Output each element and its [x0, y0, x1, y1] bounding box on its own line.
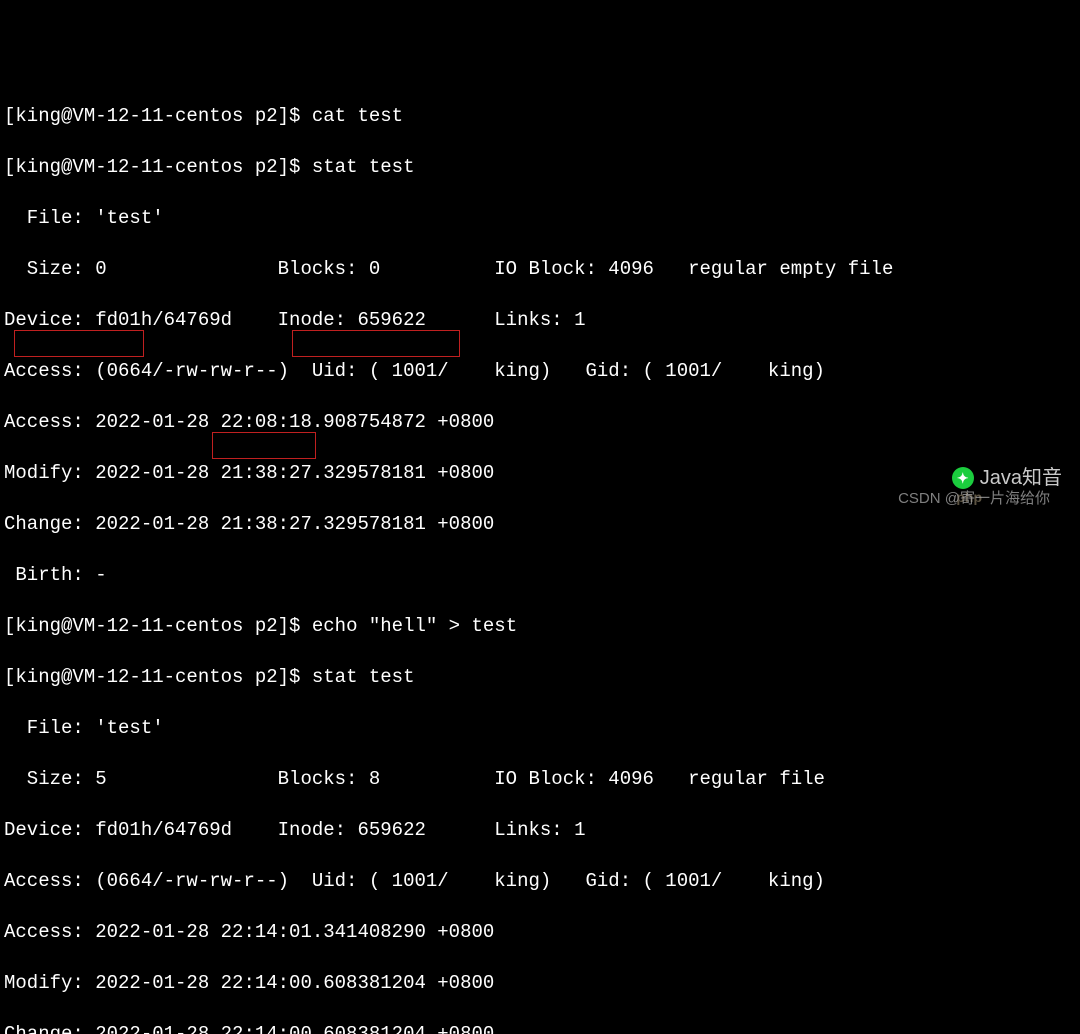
command-text: stat test	[312, 156, 415, 178]
highlight-modify-time	[212, 432, 316, 459]
stat-modify-time: Modify: 2022-01-28 21:38:27.329578181 +0…	[4, 461, 1076, 487]
stat-modify-time: Modify: 2022-01-28 22:14:00.608381204 +0…	[4, 971, 1076, 997]
command-text: cat test	[312, 105, 403, 127]
stat-file: File: 'test'	[4, 716, 1076, 742]
stat-size: Size: 0 Blocks: 0 IO Block: 4096 regular…	[4, 257, 1076, 283]
terminal-line: [king@VM-12-11-centos p2]$ cat test	[4, 104, 1076, 130]
highlight-blocks	[292, 330, 460, 357]
stat-access-time: Access: 2022-01-28 22:14:01.341408290 +0…	[4, 920, 1076, 946]
stat-device: Device: fd01h/64769d Inode: 659622 Links…	[4, 818, 1076, 844]
terminal-line: [king@VM-12-11-centos p2]$ echo "hell" >…	[4, 614, 1076, 640]
command-text: stat test	[312, 666, 415, 688]
stat-change-time: Change: 2022-01-28 21:38:27.329578181 +0…	[4, 512, 1076, 538]
stat-file: File: 'test'	[4, 206, 1076, 232]
stat-device: Device: fd01h/64769d Inode: 659622 Links…	[4, 308, 1076, 334]
stat-birth: Birth: -	[4, 563, 1076, 589]
shell-prompt: [king@VM-12-11-centos p2]$	[4, 156, 312, 178]
highlight-size	[14, 330, 144, 357]
terminal-line: [king@VM-12-11-centos p2]$ stat test	[4, 155, 1076, 181]
terminal-line: [king@VM-12-11-centos p2]$ stat test	[4, 665, 1076, 691]
stat-size: Size: 5 Blocks: 8 IO Block: 4096 regular…	[4, 767, 1076, 793]
stat-access-perms: Access: (0664/-rw-rw-r--) Uid: ( 1001/ k…	[4, 869, 1076, 895]
shell-prompt: [king@VM-12-11-centos p2]$	[4, 105, 312, 127]
shell-prompt: [king@VM-12-11-centos p2]$	[4, 666, 312, 688]
shell-prompt: [king@VM-12-11-centos p2]$	[4, 615, 312, 637]
stat-access-perms: Access: (0664/-rw-rw-r--) Uid: ( 1001/ k…	[4, 359, 1076, 385]
stat-change-time: Change: 2022-01-28 22:14:00.608381204 +0…	[4, 1022, 1076, 1034]
stat-access-time: Access: 2022-01-28 22:08:18.908754872 +0…	[4, 410, 1076, 436]
command-text: echo "hell" > test	[312, 615, 517, 637]
watermark-csdn: CSDN @寄一片海给你	[898, 486, 1050, 512]
